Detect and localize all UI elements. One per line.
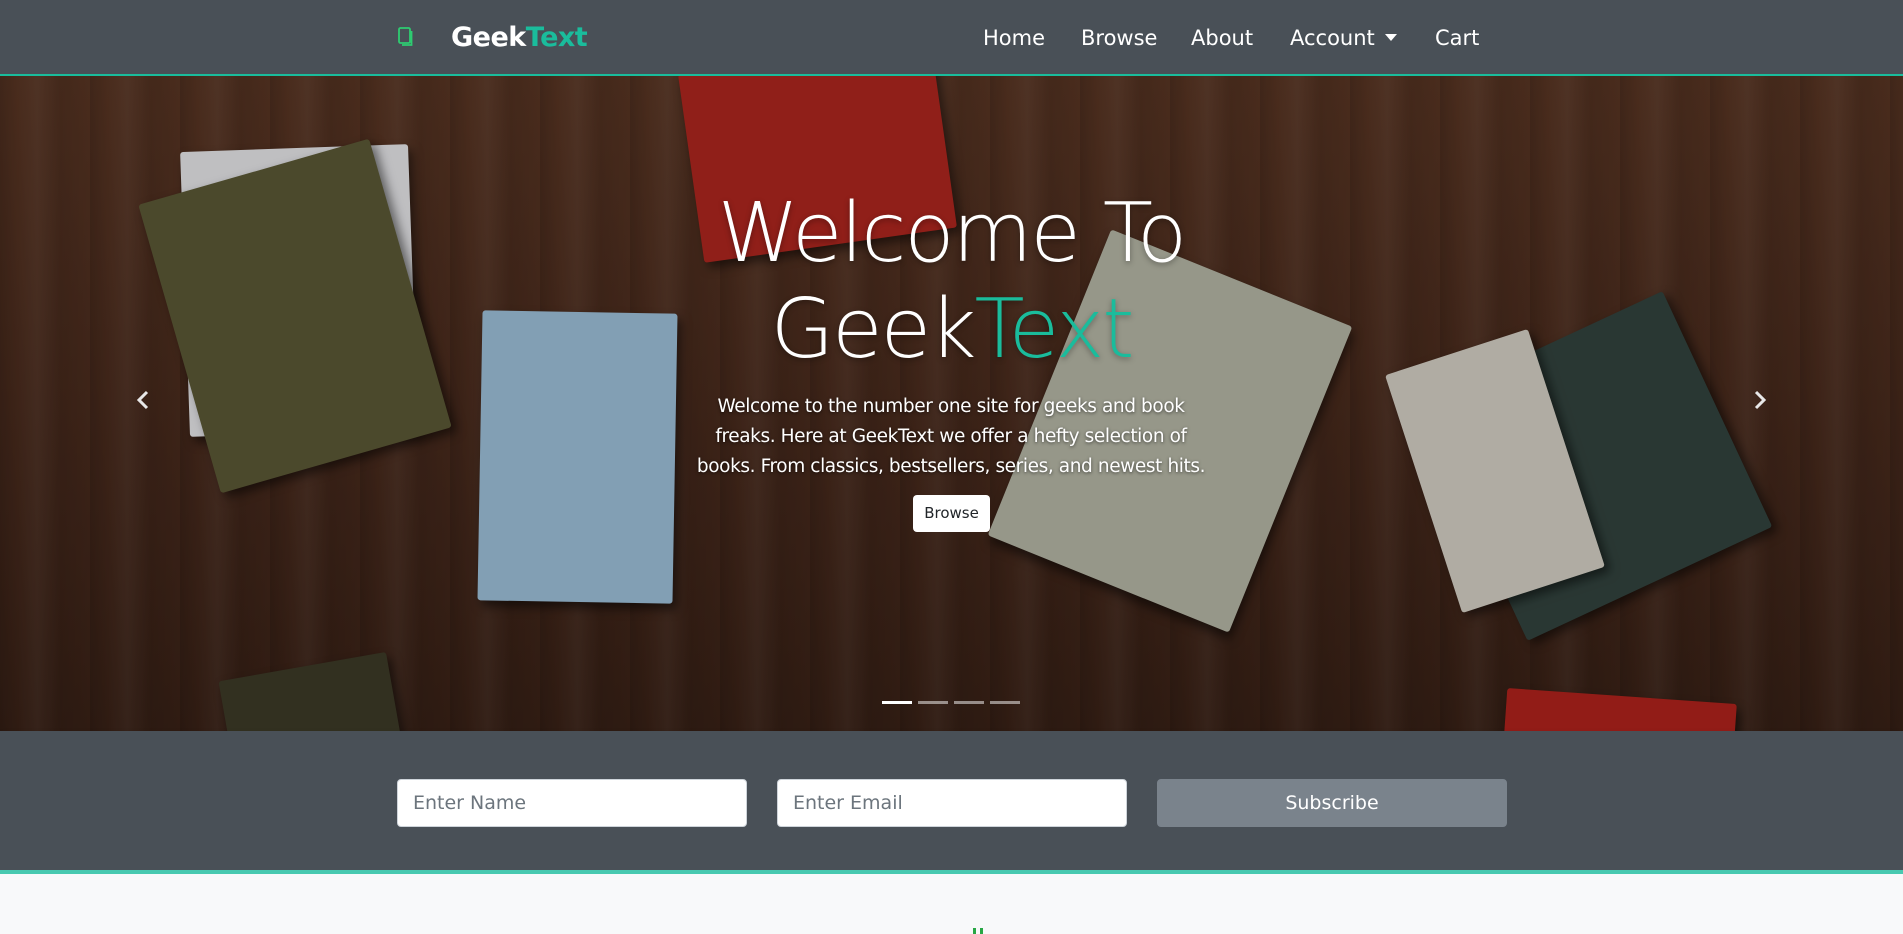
caret-down-icon <box>1384 34 1397 41</box>
hero-title-line1: Welcome To <box>717 186 1187 281</box>
top-navbar: GeekText Home Browse About Account Cart <box>0 0 1903 76</box>
hero-title-part2: Text <box>974 282 1135 377</box>
section-heading-fragment <box>973 928 983 934</box>
carousel-indicator-2[interactable] <box>918 701 948 704</box>
nav-cart[interactable]: Cart <box>1435 22 1479 54</box>
hero-browse-button[interactable]: Browse <box>913 495 990 532</box>
chevron-right-icon[interactable] <box>1753 388 1767 412</box>
nav-account-dropdown[interactable]: Account <box>1290 22 1397 54</box>
nav-links: Home Browse About Account Cart <box>0 22 1903 54</box>
below-fold-section <box>0 874 1903 934</box>
hero-title-part1: Geek <box>770 282 977 377</box>
name-input[interactable] <box>397 779 747 827</box>
nav-account-label: Account <box>1290 26 1375 50</box>
chevron-left-icon[interactable] <box>136 388 150 412</box>
nav-browse[interactable]: Browse <box>1081 22 1157 54</box>
hero-description: Welcome to the number one site for geeks… <box>696 396 1206 477</box>
nav-home[interactable]: Home <box>983 22 1045 54</box>
carousel-indicator-4[interactable] <box>990 701 1020 704</box>
subscribe-button[interactable]: Subscribe <box>1157 779 1507 827</box>
nav-about[interactable]: About <box>1191 22 1253 54</box>
hero-title-line2: GeekText <box>0 277 1903 383</box>
carousel-indicator-3[interactable] <box>954 701 984 704</box>
hero-carousel: Welcome To GeekText Welcome to the numbe… <box>0 76 1903 731</box>
subscribe-section: Subscribe <box>0 731 1903 874</box>
carousel-indicator-1[interactable] <box>882 701 912 704</box>
email-input[interactable] <box>777 779 1127 827</box>
